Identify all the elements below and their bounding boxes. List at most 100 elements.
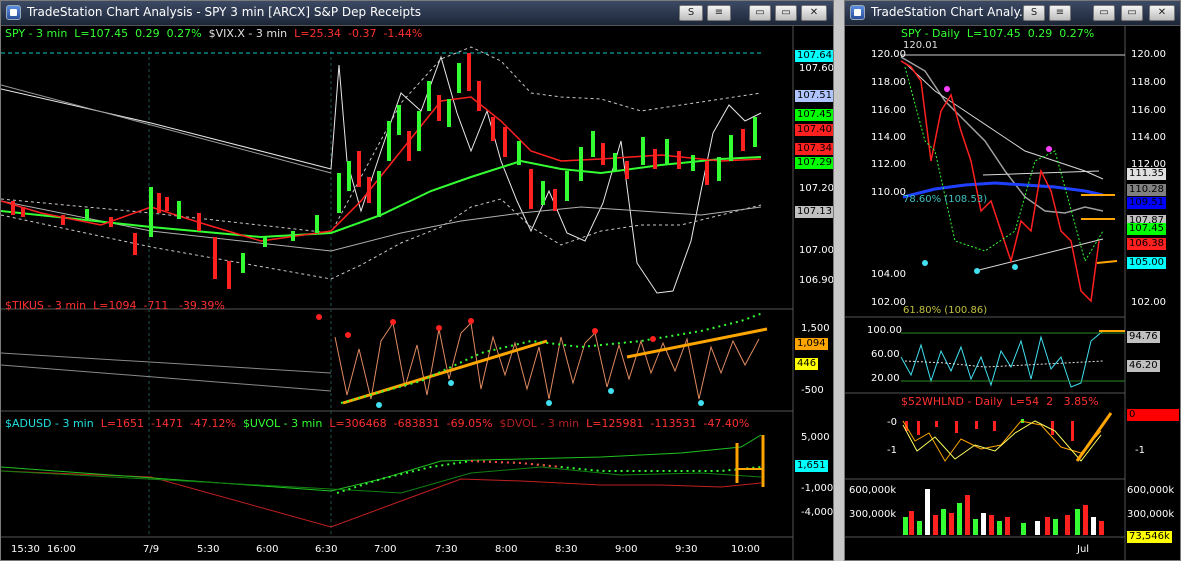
candle <box>503 127 507 157</box>
daily-orange-marker <box>1096 260 1118 264</box>
whlnd-axis-label: -1 <box>1135 445 1145 456</box>
rsi-tag: 46.20 <box>1127 360 1160 372</box>
swing-high-marker <box>944 86 950 92</box>
volume-bar <box>1053 519 1058 535</box>
tick-high-marker <box>650 336 656 342</box>
swing-low-marker <box>1012 264 1018 270</box>
menu-lines-button[interactable]: ≡ <box>707 5 731 21</box>
menu-lines-button[interactable]: ≡ <box>1049 5 1071 21</box>
price-tag: 107.29 <box>795 157 833 169</box>
dvol-change: -113531 <box>650 417 697 430</box>
candle <box>517 141 521 165</box>
tick-tag: 446 <box>795 358 819 370</box>
volume-bars <box>903 489 1104 535</box>
ma-white <box>904 62 1104 180</box>
volume-bar <box>1005 517 1010 535</box>
minimize-button[interactable]: ▭ <box>1093 5 1115 21</box>
vix-last-value: L=25.34 <box>294 27 341 40</box>
vix-change: -0.37 <box>347 27 377 40</box>
spy-legend: SPY - 3 min L=107.45 0.29 0.27% $VIX.X -… <box>5 27 422 40</box>
price-tag: 107.51 <box>795 90 833 102</box>
candle <box>491 117 495 141</box>
candle <box>741 129 745 151</box>
daily-price-tag: 111.35 <box>1127 168 1166 180</box>
candle <box>553 189 557 211</box>
candle <box>347 161 351 191</box>
rsi-axis-label: 60.00 <box>871 349 900 360</box>
price-tag: 107.40 <box>795 124 833 136</box>
histogram-bar <box>955 421 958 433</box>
tick-low-marker <box>448 380 454 386</box>
volume-bar <box>973 519 978 535</box>
candle <box>197 213 201 231</box>
spy-last-value: L=107.45 <box>74 27 129 40</box>
candle <box>263 237 267 247</box>
candle <box>565 171 569 201</box>
histogram-bar <box>975 421 978 429</box>
fib-label: 78.60% (108.53) <box>903 194 988 205</box>
swing-low-marker <box>922 260 928 266</box>
restore-button[interactable]: ▭ <box>775 5 797 21</box>
daily-left-axis-label: 118.00 <box>871 77 906 88</box>
candle <box>705 161 709 185</box>
dvol-line-darkgreen <box>1 466 762 494</box>
candle <box>165 197 169 211</box>
uvol-last-value: L=306468 <box>329 417 387 430</box>
candle <box>541 181 545 205</box>
whlnd-last: L=54 <box>1009 395 1040 408</box>
rsi-line <box>900 330 1104 388</box>
histogram-bar <box>1051 421 1054 435</box>
restore-button[interactable]: ▭ <box>1121 5 1143 21</box>
daily-price-tag: 105.00 <box>1127 257 1166 269</box>
time-axis-label: 7/9 <box>143 544 160 555</box>
adusd-axis-label: 5,000 <box>801 432 830 443</box>
volume-bar <box>989 515 994 535</box>
whlnd-legend: $52WHLND - Daily L=54 2 3.85% <box>901 395 1099 408</box>
candle <box>529 169 533 209</box>
symbol-link-button[interactable]: S <box>1023 5 1045 21</box>
candle <box>61 215 65 225</box>
adusd-symbol-label: $ADUSD - 3 min <box>5 417 94 430</box>
title-bar[interactable]: TradeStation Chart Analy... S ≡ ▭ ▭ ✕ <box>845 1 1180 26</box>
candle <box>213 237 217 279</box>
candle <box>177 201 181 219</box>
spy-change-pct: 0.27% <box>166 27 202 40</box>
candle <box>591 131 595 157</box>
adusd-tag: 1,651 <box>795 460 828 472</box>
candle <box>613 153 617 171</box>
intraday-chart-canvas[interactable] <box>1 25 834 561</box>
spy-daily-last: L=107.45 <box>966 27 1021 40</box>
candle <box>467 53 471 91</box>
vix-symbol-label: $VIX.X - 3 min <box>208 27 288 40</box>
price-axis-label: 107.00 <box>799 245 834 256</box>
candle <box>717 157 721 181</box>
minimize-button[interactable]: ▭ <box>749 5 771 21</box>
tikus-change: -711 <box>143 299 169 312</box>
daily-left-axis-label: 110.00 <box>871 187 906 198</box>
candle <box>665 139 669 165</box>
tick-low-marker <box>376 402 382 408</box>
time-axis-label: 9:30 <box>675 544 698 555</box>
price-axis-label: 107.20 <box>799 183 834 194</box>
spy-change: 0.29 <box>135 27 160 40</box>
tick-high-marker <box>592 328 598 334</box>
close-button[interactable]: ✕ <box>801 5 827 21</box>
price-axis-label: 106.90 <box>799 275 834 286</box>
title-bar[interactable]: TradeStation Chart Analysis - SPY 3 min … <box>1 1 833 26</box>
candle <box>477 81 481 111</box>
tick-tag: 1,094 <box>795 338 828 350</box>
candle <box>579 147 583 181</box>
tikus-change-pct: -39.39% <box>178 299 225 312</box>
volume-bar <box>1091 517 1096 535</box>
adusd-axis-label: -4,000 <box>801 507 834 518</box>
candle <box>377 171 381 217</box>
time-axis-label: 16:00 <box>47 544 76 555</box>
spy-symbol-label: SPY - 3 min <box>5 27 68 40</box>
symbol-link-button[interactable]: S <box>679 5 703 21</box>
close-button[interactable]: ✕ <box>1149 5 1175 21</box>
candle <box>149 187 153 237</box>
tick-high-marker <box>468 318 474 324</box>
tick-low-marker <box>698 400 704 406</box>
histogram-bar <box>1071 421 1074 441</box>
candle <box>227 261 231 289</box>
